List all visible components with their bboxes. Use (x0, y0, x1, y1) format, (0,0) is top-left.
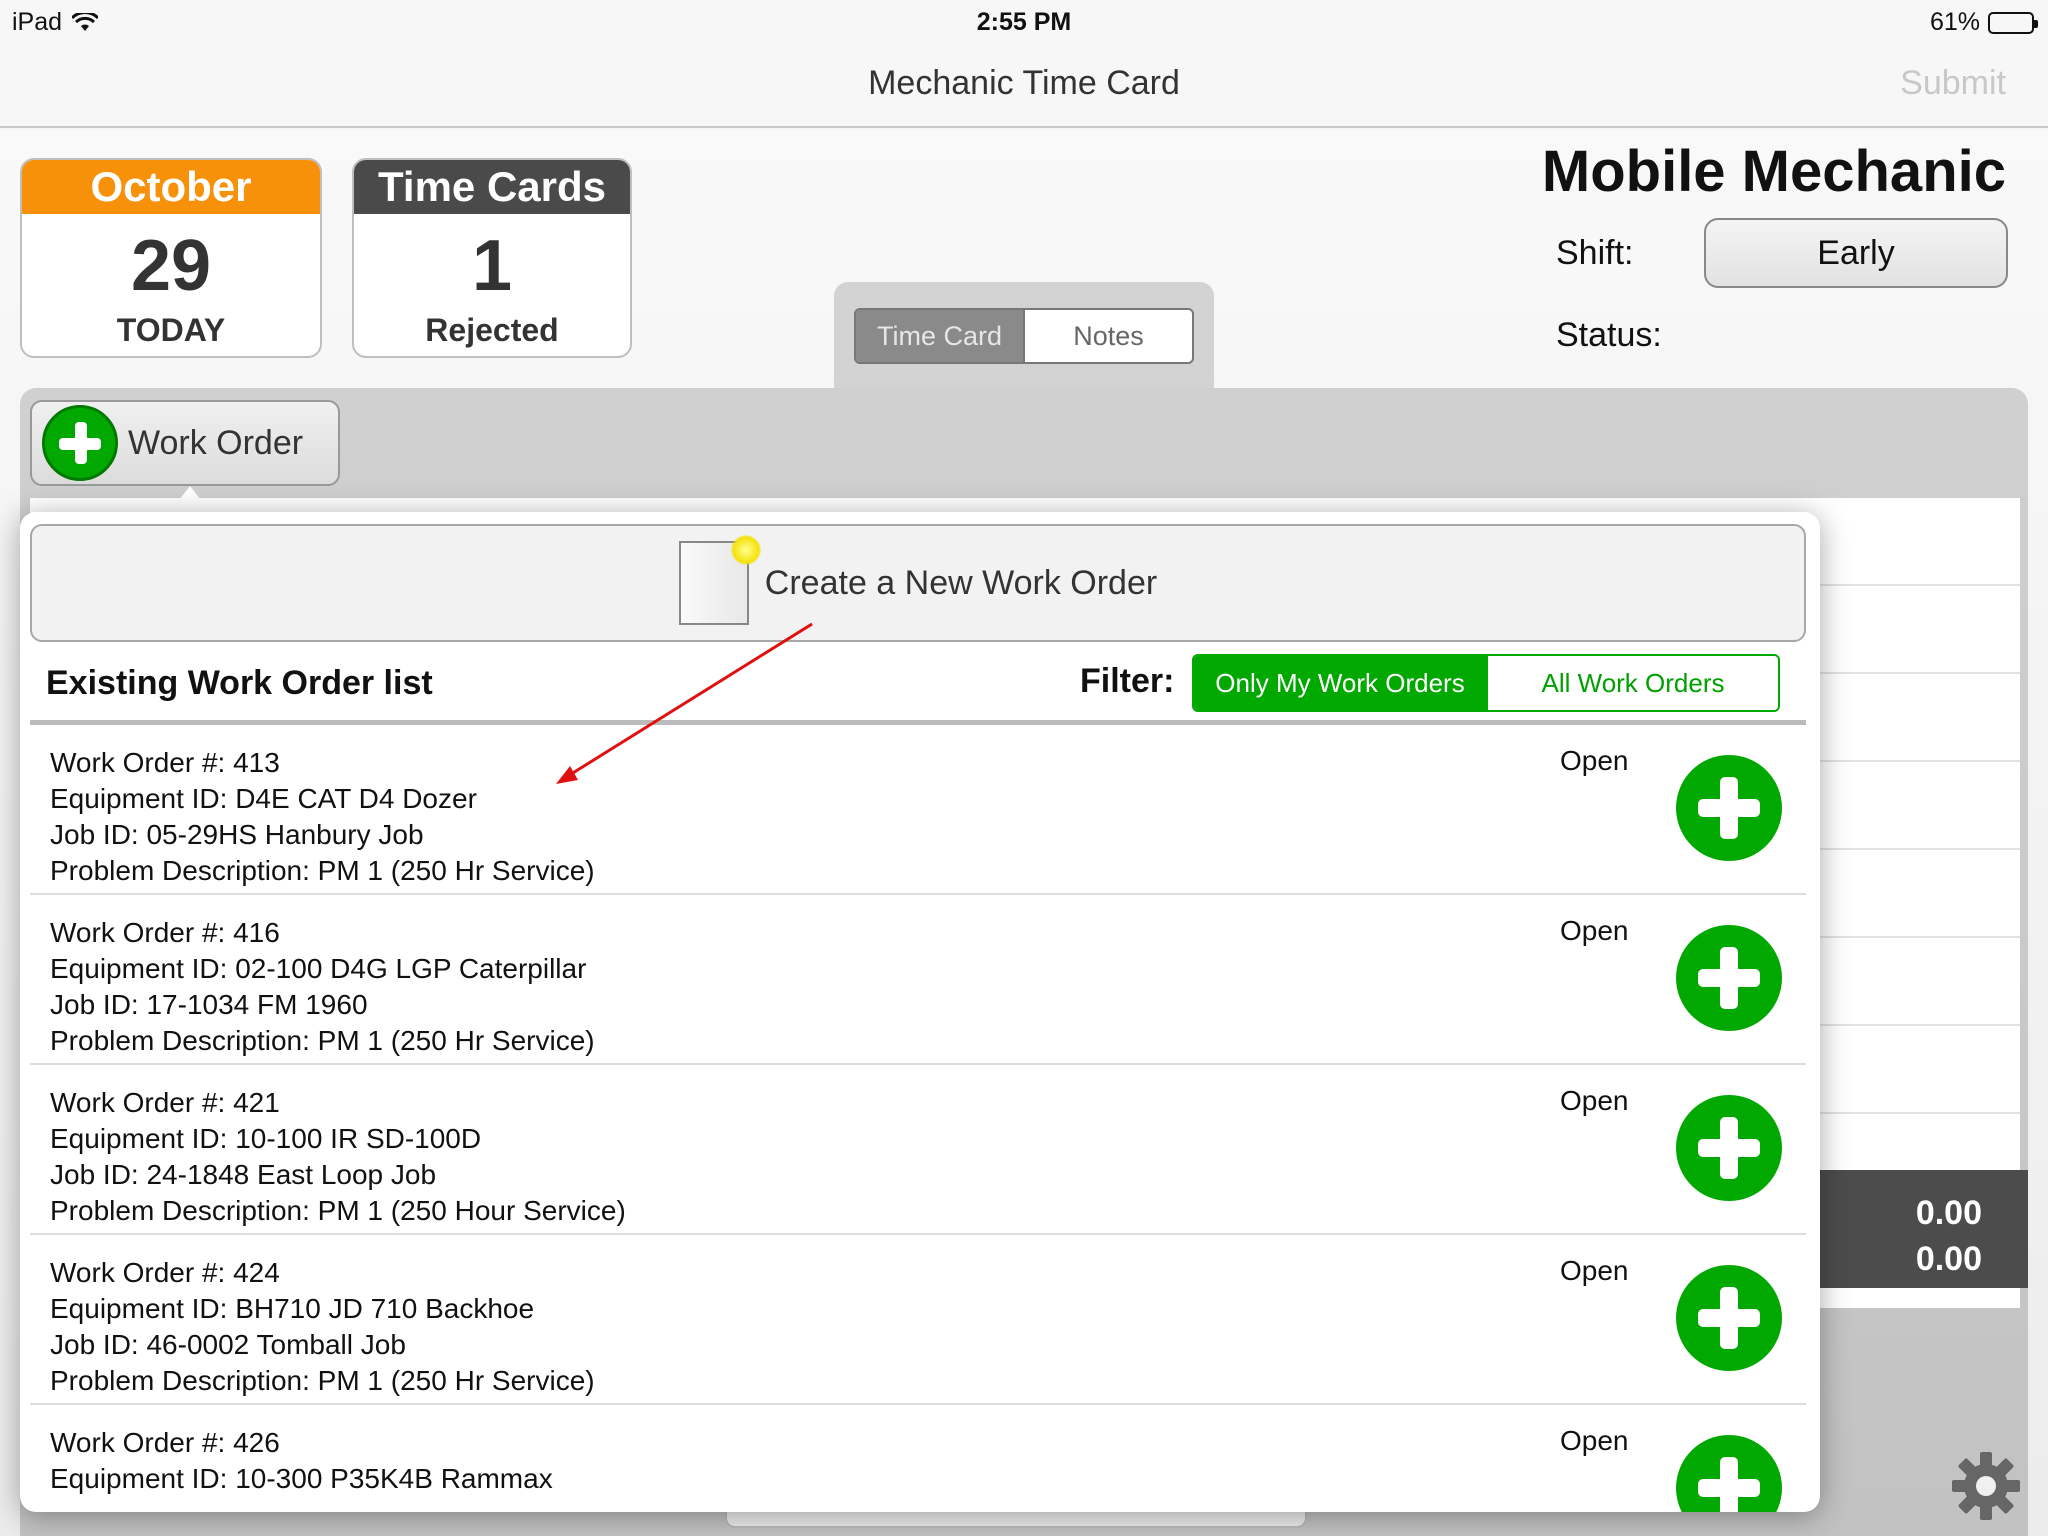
job-id: Job ID: 46-0002 Tomball Job (50, 1329, 406, 1360)
gear-icon[interactable] (1950, 1450, 2022, 1522)
job-id: Job ID: 24-1848 East Loop Job (50, 1159, 437, 1190)
work-order-popover: Create a New Work Order Existing Work Or… (20, 512, 1820, 1512)
work-order-status: Open (1560, 1425, 1629, 1456)
equipment-id: Equipment ID: 02-100 D4G LGP Caterpillar (50, 953, 587, 984)
work-order-details: Work Order #: 413 Equipment ID: D4E CAT … (50, 745, 595, 889)
status-right: 61% (1929, 8, 2038, 37)
total-row2-right: 0.00 (1915, 1240, 1982, 1278)
timecards-tile[interactable]: Time Cards 1 Rejected (352, 158, 632, 358)
list-title: Existing Work Order list (46, 664, 433, 702)
battery-percent: 61% (1929, 8, 1980, 36)
create-work-order-label: Create a New Work Order (764, 563, 1158, 602)
job-id: Job ID: 05-29HS Hanbury Job (50, 819, 424, 850)
add-work-order-icon[interactable] (1676, 925, 1782, 1031)
document-icon (678, 535, 761, 625)
create-work-order-button[interactable]: Create a New Work Order (30, 524, 1806, 642)
equipment-id: Equipment ID: 10-300 P35K4B Rammax (50, 1463, 553, 1494)
problem-description: Problem Description: PM 1 (250 Hr Servic… (50, 855, 595, 886)
add-work-order-icon[interactable] (1676, 1095, 1782, 1201)
date-month: October (22, 160, 320, 214)
date-tile: October 29 TODAY (20, 158, 322, 358)
shift-label: Shift: (1556, 234, 1634, 272)
date-day: 29 (130, 226, 212, 306)
submit-button[interactable]: Submit (1900, 64, 2006, 103)
work-order-status: Open (1560, 745, 1629, 776)
status-bar: iPad 2:55 PM 61% (0, 0, 2048, 40)
work-order-details: Work Order #: 424 Equipment ID: BH710 JD… (50, 1255, 595, 1399)
equipment-id: Equipment ID: 10-100 IR SD-100D (50, 1123, 482, 1154)
timecards-count: 1 (471, 226, 513, 306)
work-order-label: Work Order (128, 423, 304, 462)
date-label: TODAY (116, 312, 226, 348)
work-order-row[interactable]: Work Order #: 426 Equipment ID: 10-300 P… (30, 1405, 1806, 1512)
work-order-number: Work Order #: 424 (50, 1257, 280, 1288)
shift-selector[interactable]: Early (1704, 218, 2008, 288)
add-work-order-icon[interactable] (1676, 1435, 1782, 1512)
timecards-title: Time Cards (354, 160, 630, 214)
tab-time-card[interactable]: Time Card (856, 310, 1023, 362)
problem-description: Problem Description: PM 1 (250 Hour Serv… (50, 1195, 626, 1226)
work-order-row[interactable]: Work Order #: 413 Equipment ID: D4E CAT … (30, 725, 1806, 895)
work-order-row[interactable]: Work Order #: 421 Equipment ID: 10-100 I… (30, 1065, 1806, 1235)
work-order-status: Open (1560, 1085, 1629, 1116)
tab-notes[interactable]: Notes (1023, 310, 1192, 362)
problem-description: Problem Description: PM 1 (250 Hr Servic… (50, 1365, 595, 1396)
add-work-order-icon[interactable] (1676, 755, 1782, 861)
work-order-number: Work Order #: 426 (50, 1427, 280, 1458)
work-order-number: Work Order #: 421 (50, 1087, 280, 1118)
work-order-details: Work Order #: 426 Equipment ID: 10-300 P… (50, 1425, 553, 1497)
totals-box: 0 0.00 0 0.00 (1790, 1170, 2028, 1288)
nav-bar: Mechanic Time Card Submit (0, 40, 2048, 128)
equipment-id: Equipment ID: BH710 JD 710 Backhoe (50, 1293, 535, 1324)
problem-description: Problem Description: PM 1 (250 Hr Servic… (50, 1025, 595, 1056)
view-segment: Time Card Notes (854, 308, 1194, 364)
filter-all[interactable]: All Work Orders (1486, 656, 1778, 710)
brand-title: Mobile Mechanic (1541, 139, 2006, 204)
timecards-label: Rejected (425, 312, 559, 348)
work-order-status: Open (1560, 1255, 1629, 1286)
filter-only-mine[interactable]: Only My Work Orders (1194, 656, 1486, 710)
work-order-row[interactable]: Work Order #: 416 Equipment ID: 02-100 D… (30, 895, 1806, 1065)
work-order-number: Work Order #: 416 (50, 917, 280, 948)
equipment-id: Equipment ID: D4E CAT D4 Dozer (50, 783, 477, 814)
work-order-row[interactable]: Work Order #: 424 Equipment ID: BH710 JD… (30, 1235, 1806, 1405)
battery-icon (1988, 11, 2038, 34)
work-order-details: Work Order #: 421 Equipment ID: 10-100 I… (50, 1085, 626, 1229)
work-order-number: Work Order #: 413 (50, 747, 280, 778)
add-work-order-icon[interactable] (1676, 1265, 1782, 1371)
job-id: Job ID: 17-1034 FM 1960 (50, 989, 368, 1020)
add-work-order-button[interactable]: Work Order (30, 400, 340, 486)
work-order-list: Work Order #: 413 Equipment ID: D4E CAT … (30, 725, 1806, 1512)
status-label: Status: (1556, 316, 1662, 354)
popover-arrow (168, 486, 212, 514)
add-icon (42, 405, 118, 481)
work-order-details: Work Order #: 416 Equipment ID: 02-100 D… (50, 915, 595, 1059)
filter-label: Filter: (1080, 662, 1175, 700)
total-row1-right: 0.00 (1915, 1194, 1982, 1232)
nav-title: Mechanic Time Card (868, 64, 1180, 102)
clock: 2:55 PM (976, 8, 1072, 36)
filter-segment: Only My Work Orders All Work Orders (1192, 654, 1780, 712)
work-order-status: Open (1560, 915, 1629, 946)
